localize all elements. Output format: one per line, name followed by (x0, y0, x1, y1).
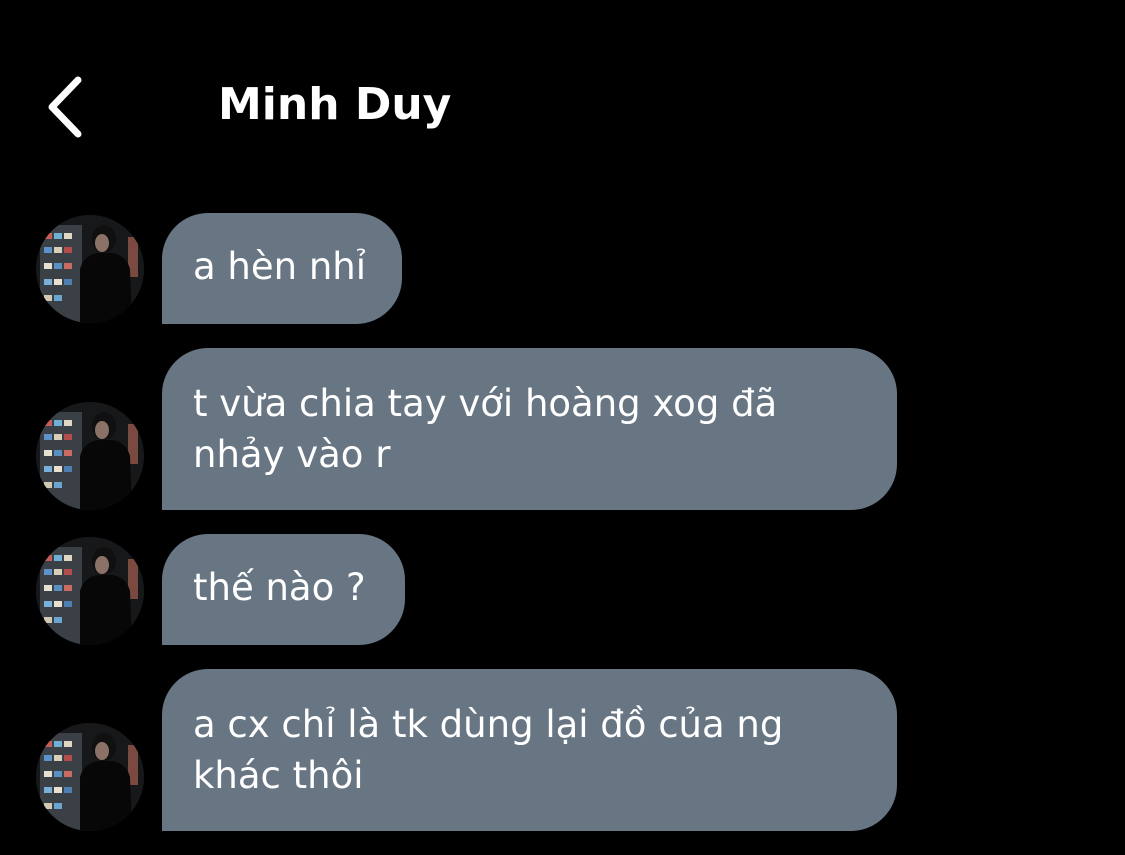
avatar[interactable] (36, 215, 144, 323)
avatar[interactable] (36, 537, 144, 645)
avatar-photo (36, 215, 144, 323)
message-bubble[interactable]: thế nào ? (162, 534, 405, 645)
avatar-photo (36, 723, 144, 831)
message-bubble[interactable]: a hèn nhỉ (162, 213, 402, 324)
message-list: a hèn nhỉ t vừa chia tay với hoàng xog đ… (0, 0, 1125, 855)
avatar-photo (36, 537, 144, 645)
avatar[interactable] (36, 723, 144, 831)
message-bubble[interactable]: t vừa chia tay với hoàng xog đã nhảy vào… (162, 348, 897, 510)
avatar[interactable] (36, 402, 144, 510)
message-bubble[interactable]: a cx chỉ là tk dùng lại đồ của ng khác t… (162, 669, 897, 831)
avatar-photo (36, 402, 144, 510)
